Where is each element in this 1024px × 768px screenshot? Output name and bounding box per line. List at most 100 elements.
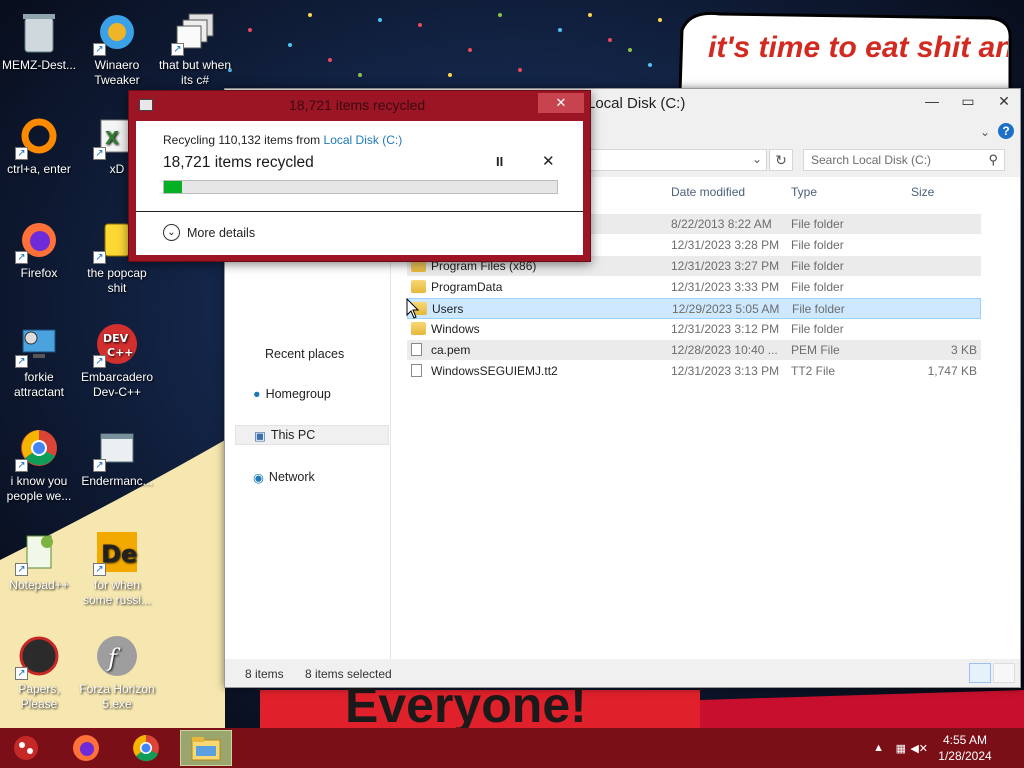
chevron-down-icon[interactable]: ⌄ xyxy=(752,152,762,166)
nav-item-homegroup[interactable]: ● Homegroup xyxy=(253,384,331,404)
desktop-icon-notepadpp[interactable]: ↗ Notepad++ xyxy=(0,528,78,593)
file-row[interactable]: ca.pem 12/28/2023 10:40 ... PEM File 3 KB xyxy=(407,340,981,361)
address-bar[interactable]: ⌄ xyxy=(585,149,767,171)
taskbar-firefox[interactable] xyxy=(60,730,112,766)
desktop-icon-label: ctrl+a, enter xyxy=(7,162,71,176)
desktop-icon-forkie[interactable]: ↗ forkie attractant xyxy=(0,320,78,400)
papers-please-icon: ↗ xyxy=(15,632,63,680)
file-row[interactable]: ProgramData 12/31/2023 3:33 PM File folder xyxy=(407,277,981,298)
column-header-date[interactable]: Date modified xyxy=(671,185,745,207)
column-header-type[interactable]: Type xyxy=(791,185,817,207)
desktop-icon-label: the popcap shit xyxy=(87,266,147,295)
clock-time[interactable]: 4:55 AM xyxy=(930,733,1000,747)
file-size: 3 KB xyxy=(950,343,977,357)
winaero-icon: ↗ xyxy=(93,8,141,56)
progress-bar xyxy=(163,180,558,194)
desktop-icon-label: forkie attractant xyxy=(13,370,65,399)
desktop-icon-label: i know you people we... xyxy=(6,474,72,503)
folder-icon xyxy=(411,280,426,293)
file-row[interactable]: Users 12/29/2023 5:05 AM File folder xyxy=(407,298,981,319)
desktop-icon-ctrl-a[interactable]: ↗ ctrl+a, enter xyxy=(0,112,78,177)
desktop-icon-de[interactable]: De ↗ for when some russi... xyxy=(78,528,156,608)
search-input[interactable]: Search Local Disk (C:) ⚲ xyxy=(803,149,1005,171)
file-row[interactable]: Windows 12/31/2023 3:12 PM File folder xyxy=(407,319,981,340)
desktop-icon-label: Papers, Please xyxy=(18,682,60,711)
desktop-icon-label: Endermanc... xyxy=(81,474,153,488)
svg-text:DEV: DEV xyxy=(103,332,129,345)
volume-muted-icon[interactable]: ◀✕ xyxy=(910,742,928,755)
dialog-close-button[interactable]: ✕ xyxy=(538,93,584,113)
selected-count: 8 items selected xyxy=(305,667,392,681)
desktop-icon-label: Firefox xyxy=(20,266,58,280)
desktop-icon-label: for when some russi... xyxy=(82,578,151,607)
recycle-progress-dialog[interactable]: 18,721 items recycled ✕ Recycling 110,13… xyxy=(128,90,591,262)
dialog-titlebar[interactable]: 18,721 items recycled ✕ xyxy=(129,91,590,119)
divider xyxy=(136,211,583,212)
chevron-down-icon: ⌄ xyxy=(163,224,180,241)
details-view-button[interactable] xyxy=(969,663,991,683)
help-icon[interactable]: ? xyxy=(998,123,1014,139)
desktop-icon-firefox[interactable]: ↗ Firefox xyxy=(0,216,78,281)
file-explorer-icon xyxy=(191,737,221,761)
nav-item-network[interactable]: ◉ Network xyxy=(253,467,315,487)
nav-item-this-pc[interactable]: ▣ This PC xyxy=(235,425,389,445)
progress-fill xyxy=(164,181,182,193)
window-app-icon: ↗ xyxy=(93,424,141,472)
search-icon[interactable]: ⚲ xyxy=(988,152,998,168)
show-hidden-icons-icon[interactable]: ▲ xyxy=(873,742,884,754)
refresh-button[interactable]: ↻ xyxy=(769,149,793,171)
file-row[interactable]: WindowsSEGUIEMJ.tt2 12/31/2023 3:13 PM TT2… xyxy=(407,361,981,382)
column-header-size[interactable]: Size xyxy=(911,185,934,207)
taskbar-file-explorer[interactable] xyxy=(180,730,232,766)
file-date: 12/31/2023 3:28 PM xyxy=(671,238,780,252)
desktop-icon-stacked-windows[interactable]: ↗ that but when its c# xyxy=(156,8,234,88)
svg-text:C++: C++ xyxy=(107,346,134,359)
orange-ring-icon: ↗ xyxy=(15,112,63,160)
svg-text:De: De xyxy=(101,540,137,568)
this-pc-icon: ▣ xyxy=(254,428,266,443)
desktop-icon-chrome[interactable]: ↗ i know you people we... xyxy=(0,424,78,504)
flash-icon: f xyxy=(93,632,141,680)
dialog-body: Recycling 110,132 items from Local Disk … xyxy=(136,121,583,255)
desktop-icon-papers-please[interactable]: ↗ Papers, Please xyxy=(0,632,78,712)
file-size: 1,747 KB xyxy=(927,364,977,378)
network-tray-icon[interactable]: ▦ xyxy=(896,742,906,755)
pause-button[interactable]: II xyxy=(496,154,503,169)
file-date: 12/31/2023 3:33 PM xyxy=(671,280,780,294)
large-icons-view-button[interactable] xyxy=(993,663,1015,683)
file-name: WindowsSEGUIEMJ.tt2 xyxy=(431,364,558,378)
file-type: File folder xyxy=(791,322,844,336)
close-button[interactable]: ✕ xyxy=(992,91,1016,111)
desktop-icon-label: Notepad++ xyxy=(9,578,69,592)
desktop-icon-label: Forza Horizon 5.exe xyxy=(79,682,155,711)
devcpp-icon: DEV C++ ↗ xyxy=(93,320,141,368)
de-icon: De ↗ xyxy=(93,528,141,576)
wallpaper-banner-text: it's time to eat shit and die andcelebra… xyxy=(708,31,1008,64)
desktop-icon-label: that but when its c# xyxy=(158,58,232,87)
nav-label: This PC xyxy=(270,428,316,442)
file-type: File folder xyxy=(791,217,844,231)
desktop-icon-winaero[interactable]: ↗ Winaero Tweaker xyxy=(78,8,156,88)
computer-gear-icon: ↗ xyxy=(15,320,63,368)
file-date: 12/31/2023 3:13 PM xyxy=(671,364,780,378)
minimize-button[interactable]: — xyxy=(920,91,944,111)
desktop-icon-endermanch[interactable]: ↗ Endermanc... xyxy=(78,424,156,489)
clock-date[interactable]: 1/28/2024 xyxy=(930,749,1000,763)
recycled-count: 18,721 items recycled xyxy=(163,154,314,171)
nav-item-recent-places[interactable]: Recent places xyxy=(265,344,344,364)
source-link[interactable]: Local Disk (C:) xyxy=(324,133,403,147)
chevron-down-icon[interactable]: ⌄ xyxy=(980,125,990,139)
recycle-bin-icon xyxy=(15,8,63,56)
start-button[interactable] xyxy=(0,730,52,766)
file-type: PEM File xyxy=(791,343,840,357)
file-date: 12/31/2023 3:12 PM xyxy=(671,322,780,336)
desktop-icon-recycle-bin[interactable]: MEMZ-Dest... xyxy=(0,8,78,73)
taskbar-chrome[interactable] xyxy=(120,730,172,766)
cancel-button[interactable]: ✕ xyxy=(542,152,555,170)
more-details-button[interactable]: ⌄ More details xyxy=(163,224,255,241)
maximize-button[interactable]: ▭ xyxy=(956,91,980,111)
desktop-icon-forza[interactable]: f Forza Horizon 5.exe xyxy=(78,632,156,712)
nav-label: Recent places xyxy=(265,347,345,361)
desktop-icon-devcpp[interactable]: DEV C++ ↗ Embarcadero Dev-C++ xyxy=(78,320,156,400)
file-date: 12/29/2023 5:05 AM xyxy=(672,302,780,316)
